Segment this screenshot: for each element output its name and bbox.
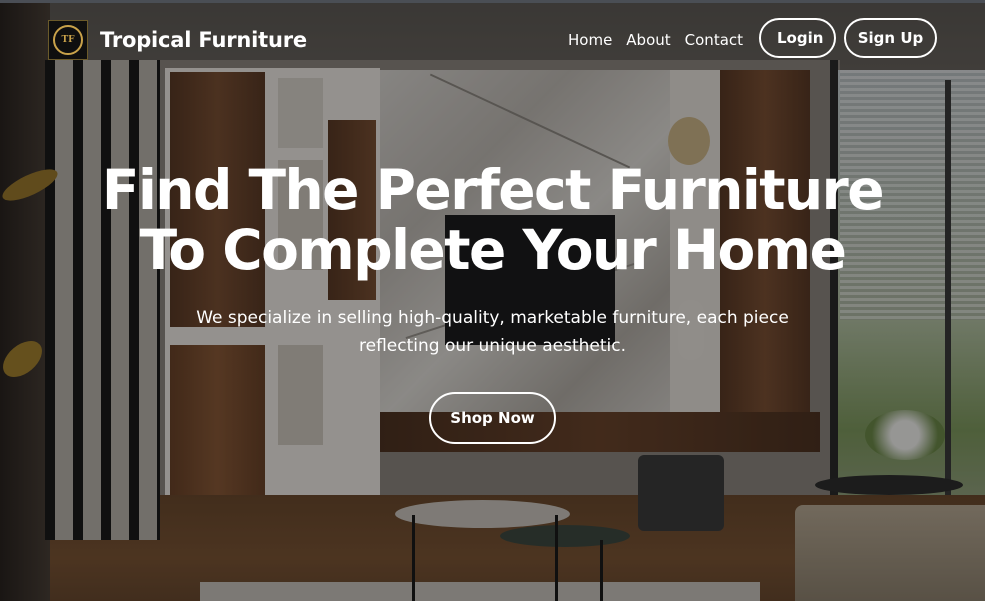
shop-now-button[interactable]: Shop Now bbox=[429, 392, 556, 444]
hero-section: TF Tropical Furniture Home About Contact… bbox=[0, 0, 985, 601]
nav-links: Home About Contact bbox=[568, 18, 757, 62]
brand-link[interactable]: TF Tropical Furniture bbox=[48, 20, 307, 60]
logo-emblem: TF bbox=[53, 25, 83, 55]
hero-headline: Find The Perfect Furniture To Complete Y… bbox=[0, 160, 985, 280]
headline-line-2: To Complete Your Home bbox=[139, 218, 847, 282]
signup-button[interactable]: Sign Up bbox=[844, 18, 937, 58]
hero-content: Find The Perfect Furniture To Complete Y… bbox=[0, 160, 985, 360]
login-button[interactable]: Login bbox=[759, 18, 836, 58]
nav-link-contact[interactable]: Contact bbox=[685, 31, 743, 49]
brand-logo: TF bbox=[48, 20, 88, 60]
nav-link-about[interactable]: About bbox=[626, 31, 670, 49]
top-border bbox=[0, 0, 985, 3]
nav-link-home[interactable]: Home bbox=[568, 31, 612, 49]
headline-line-1: Find The Perfect Furniture bbox=[101, 158, 885, 222]
hero-subtitle: We specialize in selling high-quality, m… bbox=[196, 308, 789, 356]
brand-name: Tropical Furniture bbox=[100, 28, 307, 52]
navbar: TF Tropical Furniture Home About Contact… bbox=[0, 18, 985, 64]
